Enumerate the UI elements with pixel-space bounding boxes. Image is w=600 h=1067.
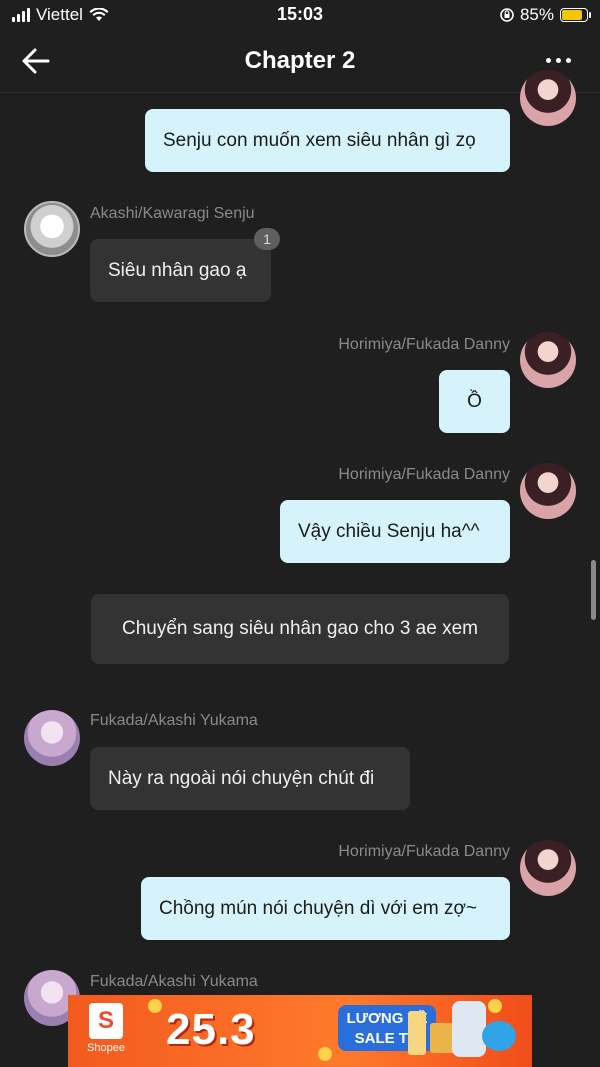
narration-box: Chuyển sang siêu nhân gao cho 3 ae xem bbox=[91, 594, 509, 664]
message-bubble: Chồng mún nói chuyện dì với em zợ~ bbox=[141, 877, 510, 940]
avatar bbox=[24, 710, 80, 766]
scrollbar[interactable] bbox=[591, 560, 596, 620]
sender-name: Horimiya/Fukada Danny bbox=[338, 466, 510, 483]
message-text: Này ra ngoài nói chuyện chút đi bbox=[108, 767, 375, 789]
sender-name: Fukada/Akashi Yukama bbox=[90, 712, 258, 729]
product-images bbox=[408, 1001, 518, 1059]
avatar bbox=[24, 201, 80, 257]
message-text: Ồ bbox=[467, 390, 482, 412]
sender-name: Horimiya/Fukada Danny bbox=[338, 336, 510, 353]
message-bubble: Này ra ngoài nói chuyện chút đi bbox=[90, 747, 410, 810]
sender-name: Fukada/Akashi Yukama bbox=[90, 973, 258, 990]
message-text: Siêu nhân gao ạ bbox=[108, 259, 247, 281]
ad-headline: 25.3 bbox=[166, 1005, 256, 1054]
battery-icon bbox=[560, 8, 591, 22]
more-options-icon[interactable] bbox=[546, 52, 576, 68]
sender-name: Akashi/Kawaragi Senju bbox=[90, 205, 255, 222]
narration-text: Chuyển sang siêu nhân gao cho 3 ae xem bbox=[122, 618, 478, 639]
message-bubble: Vậy chiều Senju ha^^ bbox=[280, 500, 510, 563]
message-text: Senju con muốn xem siêu nhân gì zọ bbox=[163, 129, 476, 151]
chapter-header: Chapter 2 bbox=[0, 30, 600, 93]
sender-name: Horimiya/Fukada Danny bbox=[338, 843, 510, 860]
message-text: Vậy chiều Senju ha^^ bbox=[298, 520, 480, 542]
status-bar: Viettel 15:03 85% bbox=[0, 0, 600, 30]
message-bubble: Ồ bbox=[439, 370, 510, 433]
ad-banner[interactable]: S Shopee 25.3 LƯƠNG VỀ SALE TO bbox=[68, 995, 532, 1067]
ad-brand: Shopee bbox=[87, 1042, 125, 1054]
page-title: Chapter 2 bbox=[244, 47, 356, 74]
avatar bbox=[520, 463, 576, 519]
message-text: Chồng mún nói chuyện dì với em zợ~ bbox=[159, 897, 477, 919]
avatar bbox=[520, 70, 576, 126]
message-bubble: Siêu nhân gao ạ bbox=[90, 239, 271, 302]
shopping-bag-icon: S bbox=[89, 1003, 123, 1039]
battery-percent: 85% bbox=[519, 5, 554, 24]
avatar bbox=[520, 332, 576, 388]
comment-count-badge[interactable]: 1 bbox=[254, 228, 280, 250]
shopee-logo: S Shopee bbox=[80, 1003, 132, 1059]
avatar bbox=[520, 840, 576, 896]
rotation-lock-icon bbox=[500, 8, 514, 22]
message-bubble: Senju con muốn xem siêu nhân gì zọ bbox=[145, 109, 510, 172]
